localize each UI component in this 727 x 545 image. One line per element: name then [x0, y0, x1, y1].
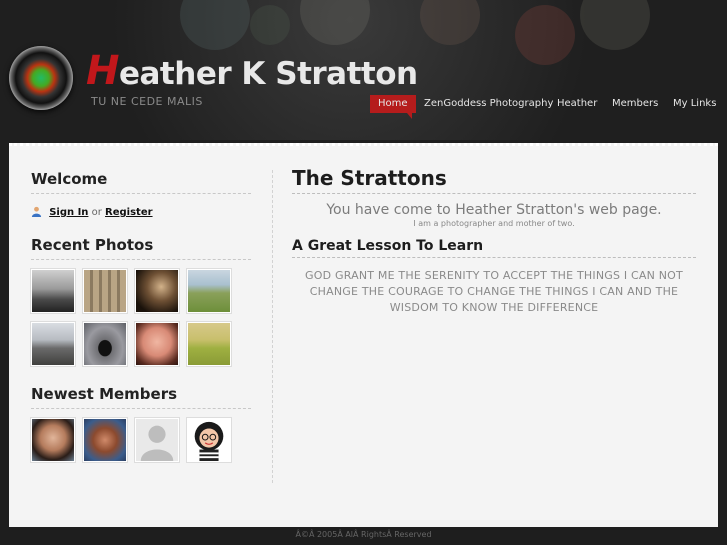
site-header: Heather K Stratton TU NE CEDE MALIS Home… [0, 0, 727, 140]
default-avatar-icon [140, 425, 174, 461]
site-title[interactable]: Heather K Stratton [86, 48, 418, 94]
nav-home[interactable]: Home [370, 95, 416, 119]
site-title-rest: eather K Stratton [118, 56, 418, 92]
nav-zengoddess-photography[interactable]: ZenGoddess Photography [424, 95, 553, 113]
bokeh-decoration [300, 0, 370, 45]
camera-lens-logo[interactable] [9, 46, 73, 110]
member-avatar[interactable] [83, 418, 127, 462]
newest-members-grid [31, 418, 251, 462]
page-title: The Strattons [292, 166, 696, 194]
site-tagline: TU NE CEDE MALIS [91, 95, 203, 108]
main-column: The Strattons You have come to Heather S… [292, 166, 696, 316]
content-panel: Welcome Sign In or Register Recent Photo… [9, 143, 718, 527]
photo-thumbnail[interactable] [31, 269, 75, 313]
nav-my-links[interactable]: My Links [673, 95, 716, 113]
bokeh-decoration [180, 0, 250, 50]
photo-thumbnail[interactable] [83, 269, 127, 313]
cartoon-avatar-icon [194, 421, 224, 461]
recent-photos-heading: Recent Photos [31, 236, 251, 260]
bokeh-decoration [250, 5, 290, 45]
footer-copyright: Â©Â 2005Â AlÂ RightsÂ Reserved [295, 530, 432, 539]
signin-row: Sign In or Register [31, 205, 251, 221]
recent-photos-grid [31, 269, 251, 366]
nav-heather[interactable]: Heather [557, 95, 597, 113]
welcome-heading: Welcome [31, 170, 251, 194]
user-icon [31, 206, 42, 217]
photo-thumbnail[interactable] [187, 322, 231, 366]
column-divider [272, 170, 273, 483]
serenity-quote: GOD GRANT ME THE SERENITY TO ACCEPT THE … [305, 269, 683, 314]
sidebar: Welcome Sign In or Register Recent Photo… [31, 170, 251, 462]
bokeh-decoration [420, 0, 480, 45]
photo-thumbnail[interactable] [83, 322, 127, 366]
photo-thumbnail[interactable] [187, 269, 231, 313]
photo-thumbnail[interactable] [135, 269, 179, 313]
photo-thumbnail[interactable] [135, 322, 179, 366]
or-text: or [91, 207, 102, 218]
sign-in-link[interactable]: Sign In [49, 207, 88, 218]
intro-text: You have come to Heather Stratton's web … [326, 202, 662, 218]
member-avatar[interactable] [135, 418, 179, 462]
lesson-heading: A Great Lesson To Learn [292, 238, 696, 258]
nav-members[interactable]: Members [612, 95, 658, 113]
register-link[interactable]: Register [105, 207, 153, 218]
site-title-initial: H [86, 48, 119, 94]
member-avatar[interactable] [31, 418, 75, 462]
active-pointer [406, 113, 412, 119]
bokeh-decoration [515, 5, 575, 65]
nav-home-label: Home [378, 98, 408, 109]
newest-members-heading: Newest Members [31, 385, 251, 409]
intro-subtext: I am a photographer and mother of two. [413, 219, 575, 228]
bokeh-decoration [580, 0, 650, 50]
member-avatar[interactable] [187, 418, 231, 462]
photo-thumbnail[interactable] [31, 322, 75, 366]
